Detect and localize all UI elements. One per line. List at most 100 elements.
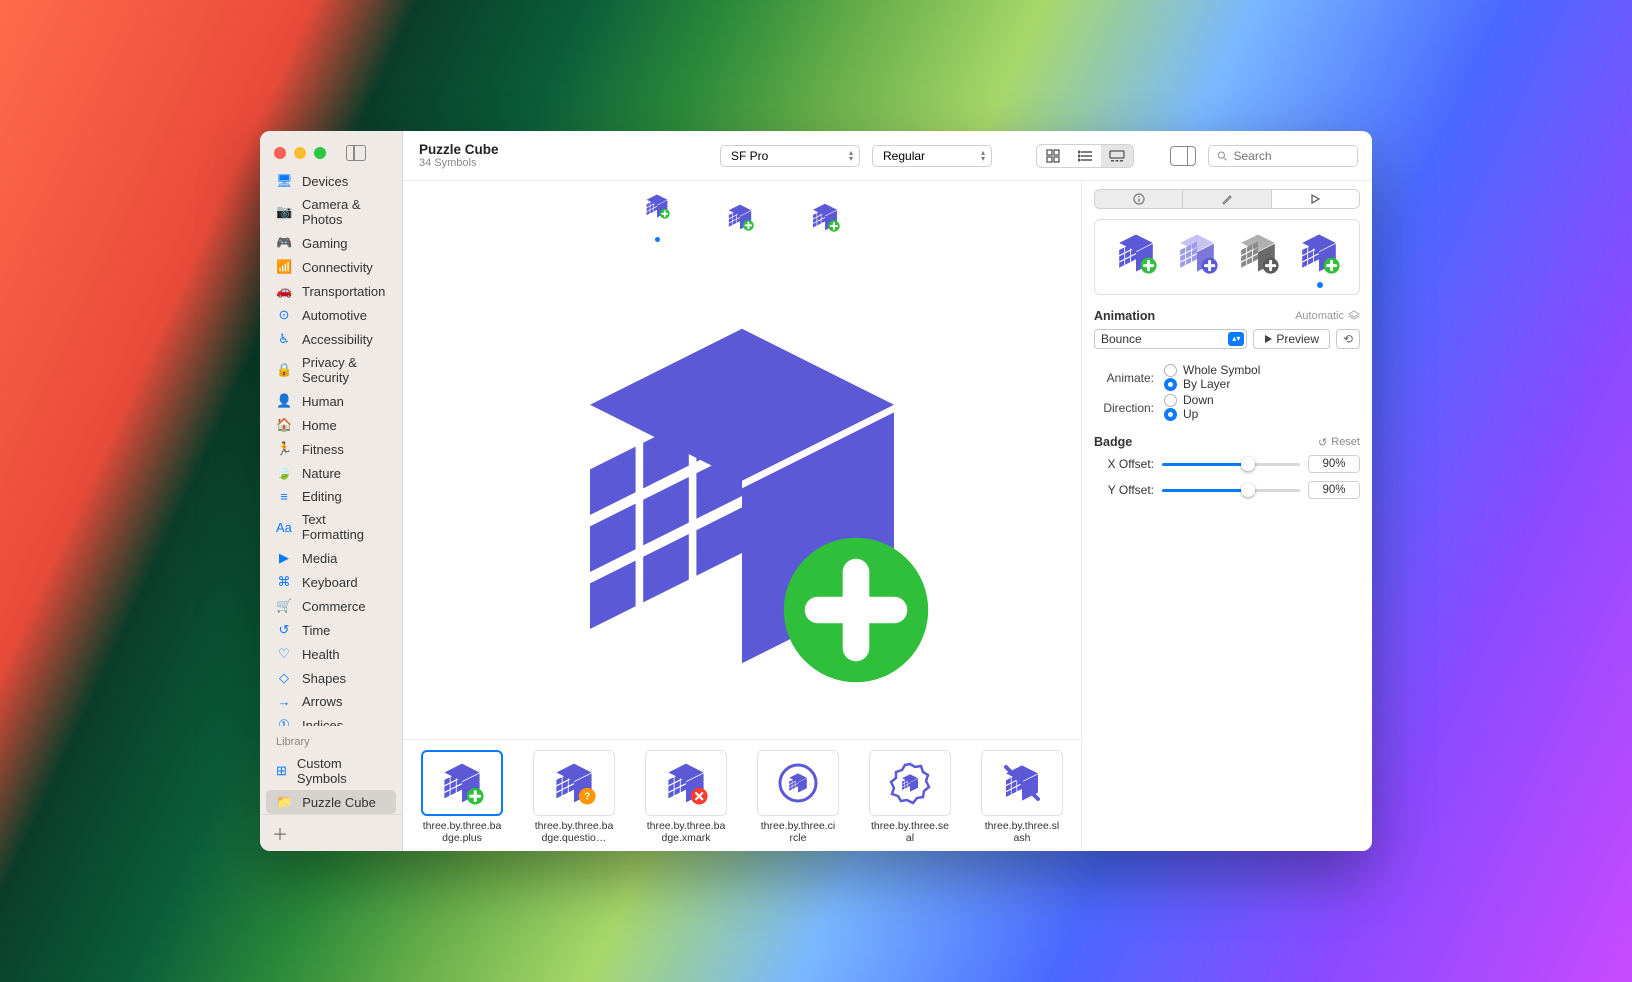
gallery-view-button[interactable] (1101, 145, 1133, 167)
category-label: Keyboard (302, 575, 358, 590)
animation-effect-select[interactable]: Bounce ▴▾ (1094, 329, 1247, 349)
sidebar-category-connectivity[interactable]: 📶 Connectivity (266, 255, 396, 279)
inspector-tab-animation[interactable] (1272, 190, 1359, 208)
minimize-window-button[interactable] (294, 147, 306, 159)
rendering-variants (1094, 219, 1360, 295)
library-item-puzzle-cube[interactable]: 📁 Puzzle Cube (266, 790, 396, 814)
category-icon: Aa (276, 520, 292, 535)
folder-icon: 📁 (276, 794, 292, 810)
thumb-question[interactable]: ? three.by.three.badge.questio… (529, 750, 619, 851)
toggle-inspector-button[interactable] (1170, 146, 1196, 166)
sidebar-category-media[interactable]: ▶Media (266, 546, 396, 570)
sidebar-category-keyboard[interactable]: ⌘Keyboard (266, 570, 396, 594)
category-label: Indices (302, 718, 343, 727)
grid-view-button[interactable] (1037, 145, 1069, 167)
sidebar-category-gaming[interactable]: 🎮Gaming (266, 231, 396, 255)
x-offset-value[interactable]: 90% (1308, 455, 1360, 473)
sidebar-category-indices[interactable]: ①Indices (266, 713, 396, 726)
category-icon: ◇ (276, 670, 292, 686)
toolbar: Puzzle Cube 34 Symbols SF Pro ▴▾ Regular… (403, 131, 1372, 181)
sidebar-category-shapes[interactable]: ◇Shapes (266, 666, 396, 690)
direction-option-down[interactable]: Down (1164, 393, 1360, 407)
title-block: Puzzle Cube 34 Symbols (419, 142, 499, 169)
y-offset-value[interactable]: 90% (1308, 481, 1360, 499)
svg-text:?: ? (584, 791, 590, 802)
category-label: Text Formatting (302, 512, 386, 542)
toggle-sidebar-button[interactable] (346, 145, 366, 161)
thumb-label: three.by.three.seal (865, 820, 955, 844)
x-offset-label: X Offset: (1094, 457, 1154, 471)
category-icon: 📶 (276, 259, 292, 275)
library-item-label: Puzzle Cube (302, 795, 376, 810)
sidebar-category-devices[interactable]: 🖥Devices (266, 169, 396, 193)
badge-reset-button[interactable]: ↺ Reset (1318, 436, 1360, 449)
sidebar-category-automotive[interactable]: ⊙Automotive (266, 303, 396, 327)
animation-header-label: Animation (1094, 309, 1155, 323)
library-list: ⊞Custom Symbols 📁 Puzzle Cube (260, 752, 402, 814)
thumb-plus[interactable]: three.by.three.badge.plus (417, 750, 507, 851)
sidebar-category-time[interactable]: ↺Time (266, 618, 396, 642)
inspector-tab-info[interactable] (1095, 190, 1183, 208)
thumb-xmark[interactable]: three.by.three.badge.xmark (641, 750, 731, 851)
sidebar-category-fitness[interactable]: 🏃Fitness (266, 437, 396, 461)
font-family-select[interactable]: SF Pro ▴▾ (720, 145, 860, 167)
list-view-button[interactable] (1069, 145, 1101, 167)
sidebar-category-editing[interactable]: ≡Editing (266, 485, 396, 508)
animate-option-whole[interactable]: Whole Symbol (1164, 363, 1360, 377)
folder-icon: ⊞ (276, 763, 287, 779)
direction-label: Direction: (1094, 399, 1154, 415)
variant-multicolor[interactable] (1115, 232, 1157, 274)
animate-option-layer[interactable]: By Layer (1164, 377, 1360, 391)
symbol-thumbnails[interactable]: three.by.three.badge.plus ? three.by.thr… (403, 739, 1081, 851)
sidebar-category-arrows[interactable]: →Arrows (266, 690, 396, 713)
thumb-label: three.by.three.badge.plus (417, 820, 507, 844)
search-field[interactable] (1208, 145, 1358, 167)
category-icon: ↺ (276, 622, 292, 638)
sidebar-category-privacy-security[interactable]: 🔒Privacy & Security (266, 351, 396, 389)
category-label: Automotive (302, 308, 367, 323)
category-label: Editing (302, 489, 342, 504)
add-library-button[interactable]: ＋ (260, 814, 402, 851)
sidebar-category-text-formatting[interactable]: Aa Text Formatting (266, 508, 396, 546)
thumb-box (421, 750, 503, 816)
variant-monochrome[interactable] (1237, 232, 1279, 274)
sidebar-category-health[interactable]: ♡Health (266, 642, 396, 666)
category-label: Connectivity (302, 260, 373, 275)
category-label: Devices (302, 174, 348, 189)
sidebar-category-human[interactable]: 👤Human (266, 389, 396, 413)
category-icon: → (276, 694, 292, 709)
font-weight-value: Regular (883, 149, 925, 163)
size-preview-row (403, 181, 1081, 253)
category-label: Privacy & Security (302, 355, 386, 385)
category-icon: 🚗 (276, 283, 292, 299)
sidebar-category-accessibility[interactable]: ♿︎Accessibility (266, 327, 396, 351)
category-label: Accessibility (302, 332, 373, 347)
category-icon: 🏠 (276, 417, 292, 433)
category-label: Camera & Photos (302, 197, 386, 227)
sidebar-category-nature[interactable]: 🍃Nature (266, 461, 396, 485)
sidebar-category-commerce[interactable]: 🛒Commerce (266, 594, 396, 618)
library-item-custom-symbols[interactable]: ⊞Custom Symbols (266, 752, 396, 790)
size-indicator-dot (655, 237, 660, 242)
preview-button[interactable]: Preview (1253, 329, 1330, 349)
thumb-circle[interactable]: three.by.three.circle (753, 750, 843, 851)
thumb-seal[interactable]: three.by.three.seal (865, 750, 955, 851)
zoom-window-button[interactable] (314, 147, 326, 159)
direction-option-up[interactable]: Up (1164, 407, 1360, 421)
paintbrush-icon (1221, 193, 1233, 205)
category-icon: 📷 (276, 204, 292, 220)
close-window-button[interactable] (274, 147, 286, 159)
x-offset-slider[interactable] (1162, 463, 1300, 466)
variant-palette[interactable] (1298, 232, 1340, 274)
loop-button[interactable]: ⟲ (1336, 329, 1360, 349)
sidebar-category-home[interactable]: 🏠Home (266, 413, 396, 437)
sidebar-category-transportation[interactable]: 🚗Transportation (266, 279, 396, 303)
search-input[interactable] (1234, 149, 1350, 163)
thumb-slash[interactable]: three.by.three.slash (977, 750, 1067, 851)
inspector-tab-appearance[interactable] (1183, 190, 1271, 208)
y-offset-slider[interactable] (1162, 489, 1300, 492)
variant-hierarchical[interactable] (1176, 232, 1218, 274)
sidebar-category-camera-photos[interactable]: 📷 Camera & Photos (266, 193, 396, 231)
view-mode-group (1036, 144, 1134, 168)
font-weight-select[interactable]: Regular ▴▾ (872, 145, 992, 167)
